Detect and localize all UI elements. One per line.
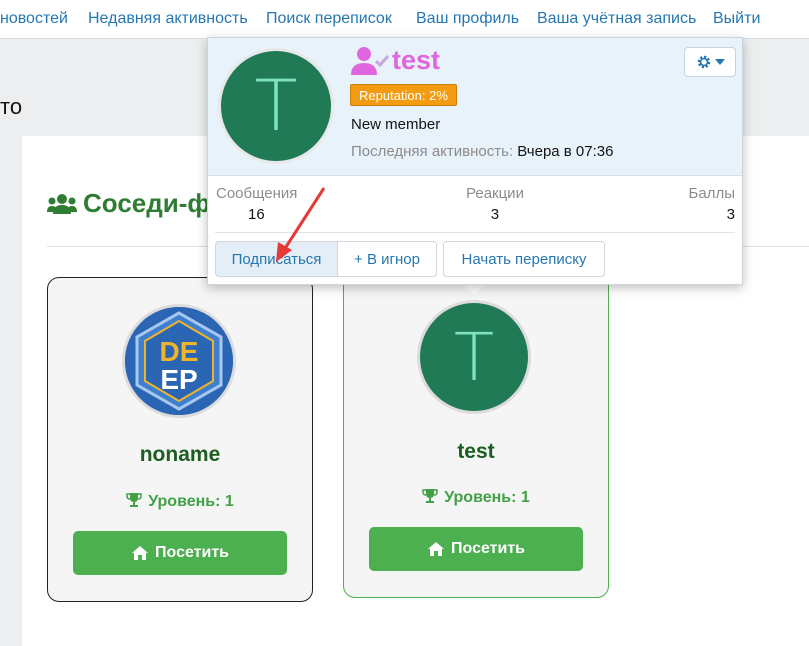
user-title: New member — [351, 116, 441, 133]
avatar-letter: T — [453, 318, 495, 396]
avatar-text-top: DE — [160, 336, 199, 367]
ignore-button[interactable]: + В игнор — [337, 241, 437, 277]
nav-link-news[interactable]: новостей — [0, 10, 68, 28]
visit-button-label: Посетить — [155, 544, 229, 561]
visit-button[interactable]: Посетить — [73, 531, 287, 575]
stat-label: Баллы — [688, 185, 735, 202]
section-title-text: Соседи-ф — [83, 188, 211, 218]
last-activity-label: Последняя активность: — [351, 143, 514, 160]
popup-username[interactable]: test — [350, 45, 440, 76]
home-icon — [132, 546, 148, 560]
username[interactable]: test — [344, 440, 608, 464]
top-nav: новостей Недавняя активность Поиск переп… — [0, 0, 809, 39]
caret-down-icon — [714, 59, 725, 65]
avatar-text-bottom: EP — [160, 364, 197, 395]
stat-value: 3 — [490, 206, 500, 223]
level-value: 1 — [224, 493, 234, 510]
visit-button[interactable]: Посетить — [369, 527, 583, 571]
username[interactable]: noname — [48, 443, 312, 467]
member-card-test: T test Уровень: 1 Посетить — [343, 268, 609, 598]
stats-divider — [215, 232, 735, 233]
member-card-noname: DE EP noname Уровень: 1 Посетить — [47, 277, 313, 602]
stat-value: 3 — [726, 206, 735, 223]
page-heading-fragment: то — [0, 94, 23, 119]
member-tooltip-header: T test Reputation: 2% New member Последн… — [208, 38, 742, 176]
level-indicator: Уровень: 1 — [344, 488, 608, 507]
trophy-icon — [126, 493, 142, 507]
level-label: Уровень: — [148, 493, 221, 510]
popup-avatar-letter: T — [254, 65, 298, 147]
popup-arrow — [462, 284, 486, 294]
last-activity-value: Вчера в 07:36 — [517, 143, 614, 160]
follow-button[interactable]: Подписаться — [215, 241, 338, 277]
stat-label: Сообщения — [216, 185, 298, 202]
visit-button-label: Посетить — [451, 540, 525, 557]
stat-points: Баллы 3 — [689, 185, 735, 223]
stat-reactions: Реакции 3 — [466, 185, 524, 223]
level-indicator: Уровень: 1 — [48, 492, 312, 511]
member-tooltip: T test Reputation: 2% New member Последн… — [207, 37, 743, 285]
start-conversation-button[interactable]: Начать переписку — [443, 241, 605, 277]
nav-link-your-account[interactable]: Ваша учётная запись — [537, 10, 696, 28]
section-title: Соседи-ф — [47, 188, 210, 219]
stat-messages: Сообщения 16 — [216, 185, 297, 223]
stat-label: Реакции — [466, 185, 524, 202]
settings-menu-button[interactable] — [684, 47, 736, 77]
nav-link-your-profile[interactable]: Ваш профиль — [416, 10, 519, 28]
nav-link-search-conversations[interactable]: Поиск переписок — [266, 10, 392, 28]
avatar[interactable]: T — [417, 300, 531, 414]
deep-logo-avatar: DE EP — [125, 307, 233, 415]
level-value: 1 — [520, 489, 530, 506]
nav-link-recent-activity[interactable]: Недавняя активность — [88, 10, 248, 28]
users-icon — [47, 194, 77, 214]
level-label: Уровень: — [444, 489, 517, 506]
reputation-badge: Reputation: 2% — [350, 84, 457, 106]
user-check-icon — [351, 46, 390, 75]
stat-value: 16 — [248, 206, 265, 223]
gear-icon — [697, 55, 710, 69]
nav-link-logout[interactable]: Выйти — [713, 10, 760, 28]
trophy-icon — [422, 489, 438, 503]
home-icon — [428, 542, 444, 556]
avatar[interactable]: DE EP — [122, 304, 236, 418]
popup-avatar[interactable]: T — [218, 48, 334, 164]
popup-username-text: test — [392, 45, 441, 75]
last-activity: Последняя активность: Вчера в 07:36 — [351, 143, 613, 160]
